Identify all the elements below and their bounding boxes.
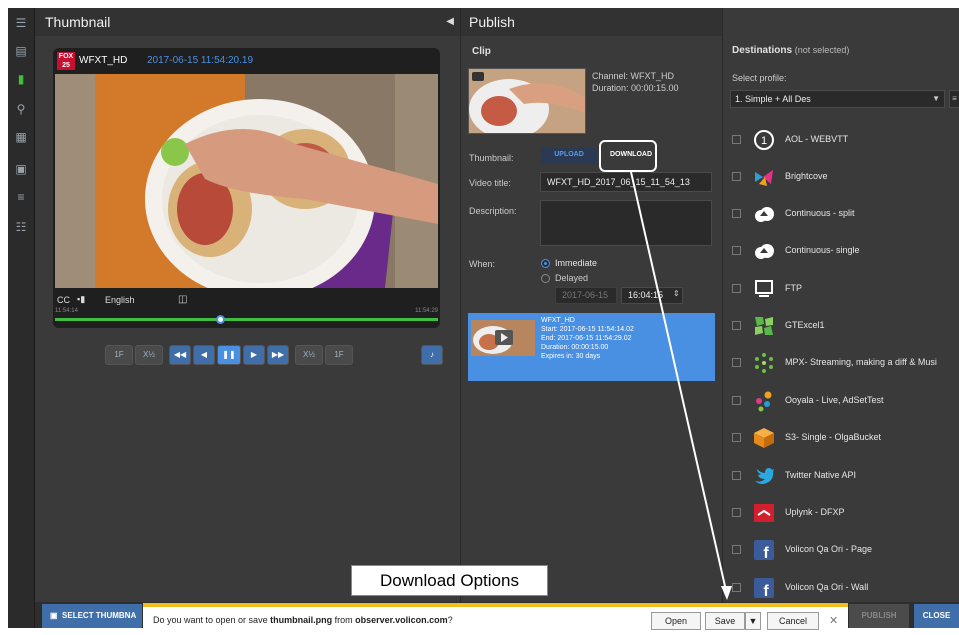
download-options-callout: Download Options: [351, 565, 548, 596]
annotation-arrow: [630, 171, 732, 600]
